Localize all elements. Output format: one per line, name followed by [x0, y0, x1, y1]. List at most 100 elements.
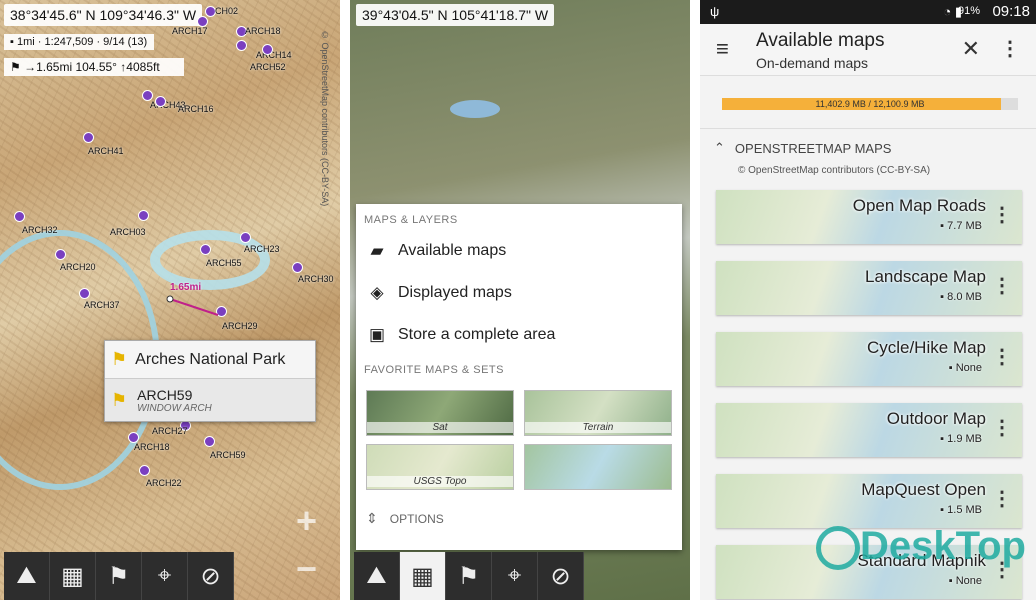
menu-item-available-maps[interactable]: ▰ Available maps	[356, 230, 682, 272]
map-screen-topo[interactable]: 38°34'45.6" N 109°34'46.3" W ▪ 1mi · 1:2…	[0, 0, 340, 600]
folder-flag-icon: ⚑	[111, 349, 128, 369]
menu-item-label: Store a complete area	[398, 326, 556, 343]
options-button[interactable]: ⇕ OPTIONS	[366, 510, 444, 527]
storage-bar: 11,402.9 MB / 12,100.9 MB	[722, 98, 1018, 110]
size-value: 1.5 MB	[947, 504, 982, 516]
app-bar: ≡ Available maps On-demand maps ✕ ⋮	[700, 24, 1036, 76]
compass-button[interactable]: ⊘	[538, 552, 584, 600]
compass-icon: ⊘	[550, 562, 571, 590]
section-favorites: FAVORITE MAPS & SETS	[364, 364, 504, 376]
crosshair-icon: ⌖	[157, 562, 172, 589]
distance-label: 1.65mi	[170, 282, 202, 293]
overflow-icon[interactable]: ⋮	[992, 415, 1012, 440]
maps-button[interactable]: ▦	[50, 552, 96, 600]
map-size: ▪ 8.0 MB	[940, 291, 982, 303]
size-value: 8.0 MB	[947, 291, 982, 303]
favorite-map-4[interactable]	[524, 444, 672, 490]
watermark-logo-icon	[816, 526, 860, 571]
section-title: OPENSTREETMAP MAPS	[734, 140, 892, 156]
compass-button[interactable]: ⊘	[188, 552, 234, 600]
map-size: ▪ 7.7 MB	[940, 220, 982, 232]
page-title: Available maps	[756, 30, 885, 51]
callout-item[interactable]: ⚑ ARCH59 WINDOW ARCH	[105, 379, 315, 421]
flag-icon: ⚑	[457, 562, 480, 590]
bottom-toolbar: ⛰ ▦ ⚑ ⌖ ⊘	[354, 552, 584, 600]
folder-icon: ▰	[370, 241, 384, 260]
map-icon: ▦	[61, 562, 84, 590]
map-card[interactable]: Landscape Map ▪ 8.0 MB ⋮	[716, 261, 1022, 315]
map-card[interactable]: MapQuest Open ▪ 1.5 MB ⋮	[716, 474, 1022, 528]
layers-icon: ◈	[370, 283, 384, 302]
zoom-in-button[interactable]: +	[296, 500, 317, 542]
overflow-icon[interactable]: ⋮	[992, 202, 1012, 227]
compass-icon: ⊘	[200, 562, 221, 590]
page-subtitle: On-demand maps	[756, 55, 869, 71]
battery-level: 91%	[957, 5, 980, 17]
lake	[450, 100, 500, 118]
crosshair-icon: ⌖	[507, 562, 522, 589]
map-name: Outdoor Map	[886, 409, 986, 428]
favorite-map-sat[interactable]: Sat	[366, 390, 514, 436]
usb-icon: ψ	[710, 4, 720, 19]
map-name: Cycle/Hike Map	[866, 338, 986, 357]
map-size: ▪ 1.9 MB	[940, 433, 982, 445]
size-value: 1.9 MB	[947, 433, 982, 445]
coordinates-display: 39°43'04.5" N 105°41'18.7" W	[356, 4, 555, 26]
location-button[interactable]: ⌖	[492, 552, 538, 600]
map-size: ▪ 1.5 MB	[940, 504, 982, 516]
overflow-icon[interactable]: ⋮	[992, 273, 1012, 298]
callout-item-subtitle: WINDOW ARCH	[137, 402, 212, 414]
layers-button[interactable]: ⛰	[354, 552, 400, 600]
status-bar: ψ ◔ ▮ 91% 09:18	[700, 0, 1036, 24]
size-value: None	[955, 362, 982, 374]
sd-card-icon: ▣	[368, 325, 386, 344]
route-line	[166, 295, 219, 316]
close-icon[interactable]: ✕	[962, 36, 980, 62]
waypoints-button[interactable]: ⚑	[96, 552, 142, 600]
map-icon: ▦	[411, 562, 434, 590]
waypoints-button[interactable]: ⚑	[446, 552, 492, 600]
map-size: ▪ None	[948, 362, 982, 374]
mountain-icon: ⛰	[16, 562, 37, 589]
overflow-menu-icon[interactable]: ⋮	[1000, 36, 1020, 61]
map-name: Landscape Map	[865, 267, 986, 286]
map-card[interactable]: Outdoor Map ▪ 1.9 MB ⋮	[716, 403, 1022, 457]
layers-button[interactable]: ⛰	[4, 552, 50, 600]
map-name: MapQuest Open	[861, 480, 986, 499]
waypoint-callout[interactable]: ⚑ Arches National Park ⚑ ARCH59 WINDOW A…	[104, 340, 316, 422]
mountain-icon: ⛰	[366, 562, 387, 589]
callout-header[interactable]: ⚑ Arches National Park	[105, 341, 315, 379]
map-card[interactable]: Open Map Roads ▪ 7.7 MB ⋮	[716, 190, 1022, 244]
overflow-icon[interactable]: ⋮	[992, 344, 1012, 369]
bottom-toolbar: ⛰ ▦ ⚑ ⌖ ⊘	[4, 552, 234, 600]
watermark: DeskTop	[816, 524, 1026, 571]
menu-item-store-area[interactable]: ▣ Store a complete area	[356, 314, 682, 356]
favorite-map-usgs-topo[interactable]: USGS Topo	[366, 444, 514, 490]
overflow-icon[interactable]: ⋮	[992, 486, 1012, 511]
favorite-label: Terrain	[525, 422, 671, 433]
options-label: OPTIONS	[389, 511, 444, 526]
waypoint-flag-icon: ⚑	[111, 389, 128, 410]
callout-item-name: ARCH59	[137, 386, 193, 403]
available-maps-screen: ψ ◔ ▮ 91% 09:18 ≡ Available maps On-dema…	[700, 0, 1036, 600]
expand-icon: ⇕	[366, 510, 378, 526]
favorite-label: USGS Topo	[367, 476, 513, 487]
section-header[interactable]: ⌃ OPENSTREETMAP MAPS	[714, 140, 891, 156]
menu-item-displayed-maps[interactable]: ◈ Displayed maps	[356, 272, 682, 314]
chevron-up-icon: ⌃	[714, 140, 725, 155]
map-card[interactable]: Cycle/Hike Map ▪ None ⋮	[716, 332, 1022, 386]
map-name: Open Map Roads	[852, 196, 986, 215]
size-value: None	[955, 575, 982, 587]
size-value: 7.7 MB	[947, 220, 982, 232]
menu-item-label: Displayed maps	[398, 284, 512, 301]
map-size: ▪ None	[948, 575, 982, 587]
zoom-out-button[interactable]: −	[296, 548, 317, 590]
maps-button[interactable]: ▦	[400, 552, 446, 600]
favorite-label: Sat	[367, 422, 513, 433]
section-maps-layers: MAPS & LAYERS	[364, 214, 458, 226]
menu-icon[interactable]: ≡	[716, 36, 729, 62]
map-screen-menu[interactable]: 39°43'04.5" N 105°41'18.7" W MAPS & LAYE…	[350, 0, 690, 600]
location-button[interactable]: ⌖	[142, 552, 188, 600]
storage-text: 11,402.9 MB / 12,100.9 MB	[815, 99, 925, 109]
favorite-map-terrain[interactable]: Terrain	[524, 390, 672, 436]
